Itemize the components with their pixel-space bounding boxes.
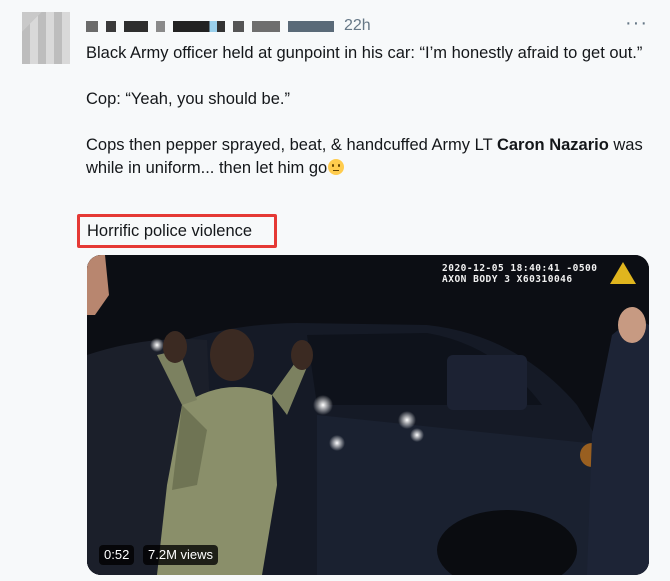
redacted-handle <box>252 20 280 32</box>
redacted-handle <box>233 20 244 32</box>
redacted-name <box>156 20 165 32</box>
mention-name: Caron Nazario <box>496 136 609 154</box>
bodycam-device: AXON BODY 3 X60310046 <box>442 274 573 285</box>
view-count: 7.2M views <box>143 545 219 565</box>
redacted-name <box>106 20 116 32</box>
video-player[interactable]: 2020-12-05 18:40:41 -0500 AXON BODY 3 X6… <box>87 255 649 575</box>
paragraph-2: Cop: “Yeah, you should be.” <box>86 90 290 108</box>
redacted-name <box>173 20 225 32</box>
paragraph-1: Black Army officer held at gunpoint in h… <box>86 44 643 62</box>
avatar[interactable] <box>22 12 70 64</box>
bodycam-timestamp: 2020-12-05 18:40:41 -0500 <box>442 263 598 274</box>
paragraph-3-text: Cops then pepper sprayed, beat, & handcu… <box>86 136 497 154</box>
highlighted-text-box: Horrific police violence <box>77 214 277 248</box>
tweet-header: 22h <box>86 16 371 36</box>
video-duration: 0:52 <box>99 545 135 565</box>
highlighted-text: Horrific police violence <box>87 221 253 240</box>
tweet-card: 22h ··· Black Army officer held at gunpo… <box>0 0 670 581</box>
timestamp[interactable]: 22h <box>344 17 371 35</box>
video-frame <box>87 255 649 575</box>
paragraph-3: Cops then pepper sprayed, beat, & handcu… <box>86 134 646 180</box>
axon-logo-icon <box>610 262 636 284</box>
redacted-name <box>124 20 148 32</box>
neutral-face-emoji-icon <box>328 159 345 175</box>
more-options-icon[interactable]: ··· <box>625 12 648 35</box>
tweet-text: Black Army officer held at gunpoint in h… <box>86 42 646 203</box>
bodycam-overlay: 2020-12-05 18:40:41 -0500 AXON BODY 3 X6… <box>442 263 598 285</box>
redacted-handle <box>288 20 334 32</box>
redacted-name <box>86 20 98 32</box>
